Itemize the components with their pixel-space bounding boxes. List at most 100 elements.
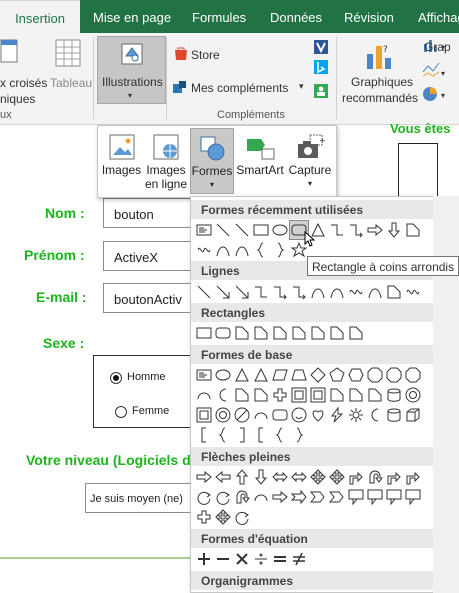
bracket2-shape-icon[interactable] [233,426,251,444]
rarrow-shape-icon[interactable] [366,221,384,239]
darrow-shape-icon[interactable] [252,468,270,486]
corner-shape-icon[interactable] [404,221,422,239]
tab-mise-en-page[interactable]: Mise en page [93,0,171,33]
bent-shape-icon[interactable] [404,468,422,486]
larrow-shape-icon[interactable] [214,468,232,486]
can-shape-icon[interactable] [385,386,403,404]
images-button[interactable]: Images [101,128,142,194]
octa-shape-icon[interactable] [385,366,403,384]
ring-shape-icon[interactable] [214,406,232,424]
corner-shape-icon[interactable] [385,283,403,301]
cross-shape-icon[interactable] [195,508,213,526]
diamond-shape-icon[interactable] [309,366,327,384]
line-shape-icon[interactable] [195,283,213,301]
times-shape-icon[interactable] [233,550,251,568]
corner-shape-icon[interactable] [328,386,346,404]
tri-shape-icon[interactable] [252,366,270,384]
arc-shape-icon[interactable] [252,488,270,506]
corner-shape-icon[interactable] [290,324,308,342]
callout-shape-icon[interactable] [366,488,384,506]
smile-shape-icon[interactable] [290,406,308,424]
hexa-shape-icon[interactable] [347,366,365,384]
circ-shape-icon[interactable] [195,488,213,506]
bracket-shape-icon[interactable] [195,426,213,444]
squig-shape-icon[interactable] [347,283,365,301]
callout-shape-icon[interactable] [385,488,403,506]
uturn-shape-icon[interactable] [366,468,384,486]
brace-shape-icon[interactable] [214,426,232,444]
brace-shape-icon[interactable] [271,426,289,444]
corner-shape-icon[interactable] [252,386,270,404]
elbow-shape-icon[interactable] [252,283,270,301]
noent-shape-icon[interactable] [233,406,251,424]
capture-button[interactable]: + Capture ▾ [286,128,334,194]
brace-shape-icon[interactable] [252,241,270,259]
brace2-shape-icon[interactable] [290,426,308,444]
quad-shape-icon[interactable] [328,468,346,486]
rarrow-shape-icon[interactable] [271,488,289,506]
squig-shape-icon[interactable] [195,241,213,259]
corner-shape-icon[interactable] [271,324,289,342]
homme-radio[interactable] [110,372,122,384]
elbow-shape-icon[interactable] [328,221,346,239]
quad-shape-icon[interactable] [214,508,232,526]
corner-shape-icon[interactable] [309,324,327,342]
octa-shape-icon[interactable] [404,366,422,384]
curve-shape-icon[interactable] [366,283,384,301]
femme-radio[interactable] [115,406,127,418]
corner-shape-icon[interactable] [252,324,270,342]
quad-shape-icon[interactable] [309,468,327,486]
prenom-field[interactable]: ActiveX [103,241,203,271]
trap-shape-icon[interactable] [290,366,308,384]
elbow2-shape-icon[interactable] [347,221,365,239]
corner-shape-icon[interactable] [347,324,365,342]
bolt-shape-icon[interactable] [328,406,346,424]
textbox-shape-icon[interactable] [195,366,213,384]
cube-shape-icon[interactable] [404,406,422,424]
curve-shape-icon[interactable] [214,241,232,259]
brace2-shape-icon[interactable] [271,241,289,259]
nom-field[interactable]: bouton [103,198,203,228]
chevron-shape-icon[interactable] [309,488,327,506]
noteq-shape-icon[interactable] [290,550,308,568]
plus-shape-icon[interactable] [195,550,213,568]
arrow-shape-icon[interactable] [233,283,251,301]
line-shape-icon[interactable] [233,221,251,239]
frame-shape-icon[interactable] [290,386,308,404]
circ-shape-icon[interactable] [214,488,232,506]
tab-insertion[interactable]: Insertion [0,0,80,33]
uarrow-shape-icon[interactable] [233,468,251,486]
corner-shape-icon[interactable] [233,386,251,404]
oval-shape-icon[interactable] [214,366,232,384]
rect-shape-icon[interactable] [252,221,270,239]
elbow2-shape-icon[interactable] [290,283,308,301]
frame-shape-icon[interactable] [309,386,327,404]
bent-shape-icon[interactable] [385,468,403,486]
tab-revision[interactable]: Révision [344,0,394,33]
shapes-button[interactable]: Formes ▾ [190,128,234,194]
minus-shape-icon[interactable] [214,550,232,568]
online-images-button[interactable]: Images en ligne [144,128,188,194]
rect-shape-icon[interactable] [195,324,213,342]
uturn-shape-icon[interactable] [233,488,251,506]
heart-shape-icon[interactable] [309,406,327,424]
para-shape-icon[interactable] [271,366,289,384]
tri-shape-icon[interactable] [233,366,251,384]
curve-shape-icon[interactable] [233,241,251,259]
bent-shape-icon[interactable] [347,468,365,486]
corner-shape-icon[interactable] [366,386,384,404]
lrarrow-shape-icon[interactable] [290,468,308,486]
can-shape-icon[interactable] [385,406,403,424]
elbow2-shape-icon[interactable] [271,283,289,301]
corner-shape-icon[interactable] [347,386,365,404]
moon-shape-icon[interactable] [214,386,232,404]
email-field[interactable]: boutonActiv [103,283,203,313]
niveau-combobox[interactable]: Je suis moyen (ne) [85,483,203,513]
divide-shape-icon[interactable] [252,550,270,568]
lrarrow-shape-icon[interactable] [271,468,289,486]
bracket-shape-icon[interactable] [252,426,270,444]
equal-shape-icon[interactable] [271,550,289,568]
callout-shape-icon[interactable] [404,488,422,506]
rrect-shape-icon[interactable] [271,406,289,424]
arrow-shape-icon[interactable] [214,283,232,301]
